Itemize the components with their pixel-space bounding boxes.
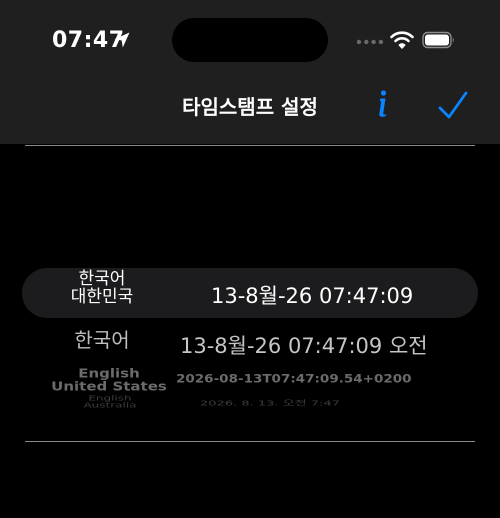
location-arrow-icon	[114, 32, 130, 48]
picker-row[interactable]: English United States 2026-08-13T07:47:0…	[0, 366, 500, 394]
picker-row-selected[interactable]: 한국어 대한민국 13-8월-26 07:47:09	[0, 268, 500, 318]
picker-timestamp: 13-8월-26 07:47:09	[211, 284, 414, 308]
picker-timestamp: 2026-08-13T07:47:09.54+0200	[176, 372, 412, 386]
checkmark-icon[interactable]	[437, 90, 469, 120]
picker-timestamp: 13-8월-26 07:47:09 오전	[180, 334, 428, 358]
picker-locale: 한국어	[52, 330, 152, 351]
picker-top-divider	[25, 145, 475, 146]
picker-bottom-divider	[25, 441, 475, 442]
picker-region: 대한민국	[70, 286, 134, 307]
cellular-dots-icon	[356, 39, 384, 45]
picker-locale: English Australia	[60, 395, 160, 409]
picker-region: Australia	[83, 401, 137, 410]
picker-region: United States	[51, 378, 167, 394]
dynamic-island	[172, 18, 328, 62]
picker-locale: English United States	[40, 367, 178, 394]
picker-language: 한국어	[74, 328, 130, 352]
info-icon[interactable]	[372, 87, 394, 119]
picker-timestamp: 2026. 8. 13. 오전 7:47	[200, 399, 340, 408]
picker-row[interactable]: English Australia 2026. 8. 13. 오전 7:47	[0, 395, 500, 409]
wifi-icon	[390, 31, 414, 49]
status-bar: 07:47	[0, 0, 500, 72]
battery-icon	[422, 31, 454, 49]
picker-row[interactable]: 한국어 13-8월-26 07:47:09 오전	[0, 328, 500, 359]
picker-locale: 한국어 대한민국	[42, 270, 162, 307]
page-title: 타임스탬프 설정	[182, 95, 318, 119]
